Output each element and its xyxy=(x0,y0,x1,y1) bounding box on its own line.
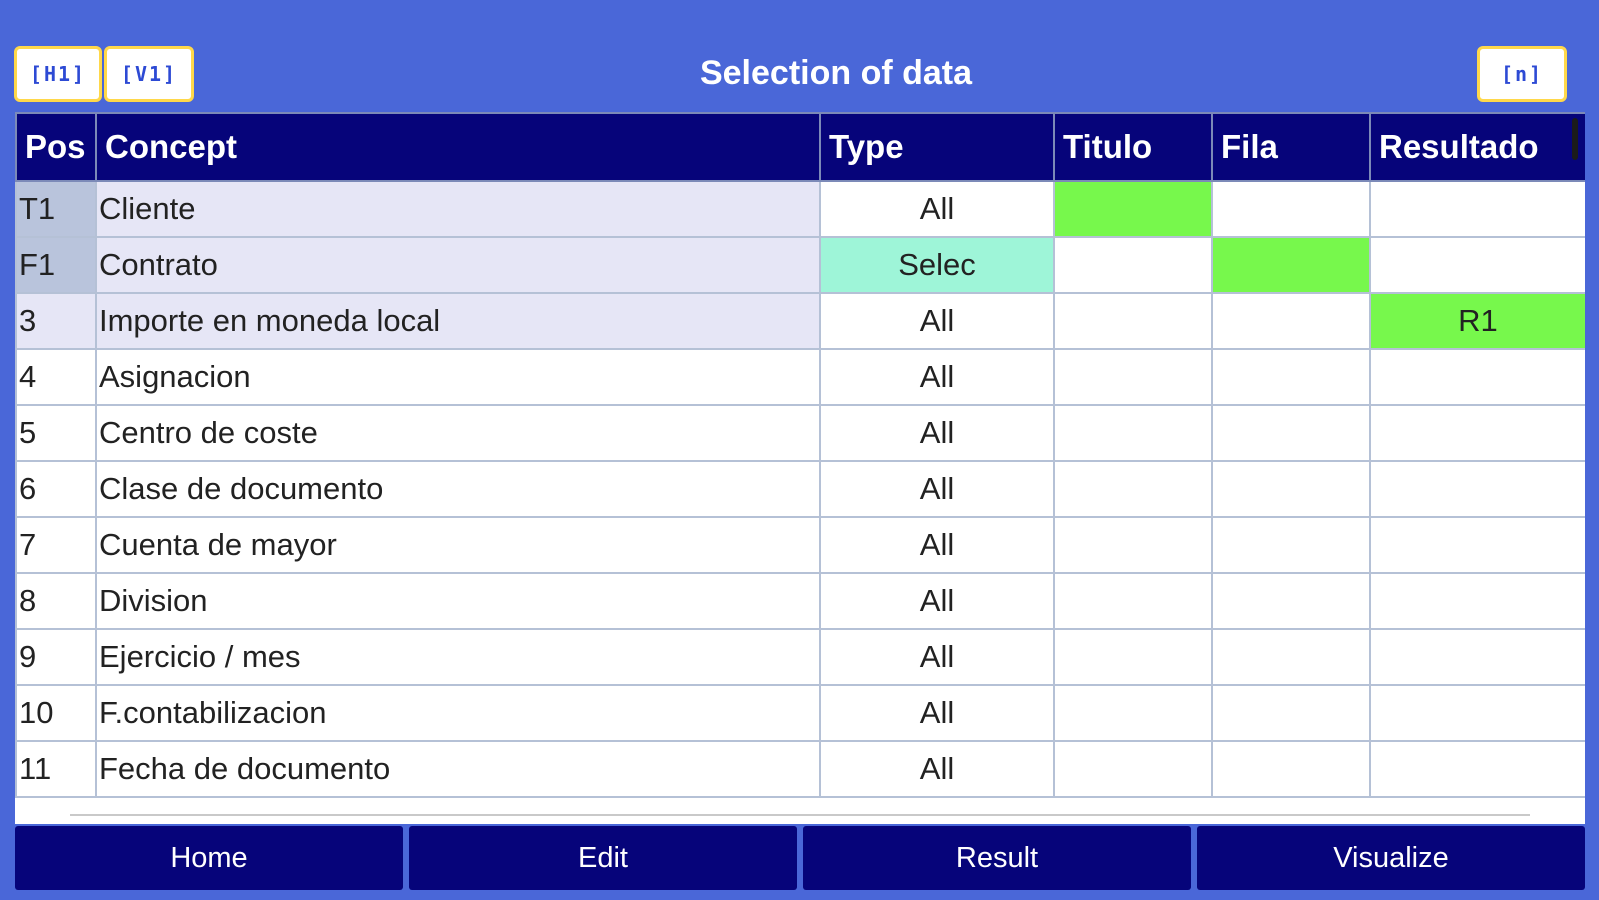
pos-cell[interactable]: T1 xyxy=(15,180,97,238)
col-header-titulo[interactable]: Titulo xyxy=(1053,112,1213,182)
resultado-cell[interactable]: R1 xyxy=(1369,292,1585,350)
titulo-cell[interactable] xyxy=(1053,404,1213,462)
resultado-cell[interactable] xyxy=(1369,404,1585,462)
type-cell[interactable]: All xyxy=(819,628,1055,686)
type-cell[interactable]: All xyxy=(819,460,1055,518)
resultado-cell[interactable] xyxy=(1369,628,1585,686)
table-row[interactable]: T1 Cliente All xyxy=(15,180,1585,238)
resultado-cell[interactable] xyxy=(1369,516,1585,574)
pos-cell[interactable]: 4 xyxy=(15,348,97,406)
fila-cell[interactable] xyxy=(1211,572,1371,630)
table-row[interactable]: F1 Contrato Selec xyxy=(15,236,1585,294)
pos-cell[interactable]: 10 xyxy=(15,684,97,742)
resultado-cell[interactable] xyxy=(1369,684,1585,742)
concept-cell[interactable]: Fecha de documento xyxy=(95,740,821,798)
bottom-nav: Home Edit Result Visualize xyxy=(15,826,1585,890)
concept-cell[interactable]: Clase de documento xyxy=(95,460,821,518)
top-bar: [H1] [V1] Selection of data [n] xyxy=(0,0,1599,110)
home-button[interactable]: Home xyxy=(15,826,403,890)
titulo-cell[interactable] xyxy=(1053,740,1213,798)
fila-cell[interactable] xyxy=(1211,628,1371,686)
v1-button[interactable]: [V1] xyxy=(104,46,194,102)
resultado-cell[interactable] xyxy=(1369,740,1585,798)
pos-cell[interactable]: 8 xyxy=(15,572,97,630)
fila-cell[interactable] xyxy=(1211,516,1371,574)
visualize-button[interactable]: Visualize xyxy=(1197,826,1585,890)
pos-cell[interactable]: 7 xyxy=(15,516,97,574)
edit-button[interactable]: Edit xyxy=(409,826,797,890)
type-cell[interactable]: All xyxy=(819,572,1055,630)
pos-cell[interactable]: F1 xyxy=(15,236,97,294)
concept-cell[interactable]: Cuenta de mayor xyxy=(95,516,821,574)
titulo-cell[interactable] xyxy=(1053,236,1213,294)
fila-cell[interactable] xyxy=(1211,684,1371,742)
page-title: Selection of data xyxy=(699,54,973,92)
table-row[interactable]: 8 Division All xyxy=(15,572,1585,630)
type-cell[interactable]: All xyxy=(819,516,1055,574)
pos-cell[interactable]: 3 xyxy=(15,292,97,350)
col-header-pos[interactable]: Pos xyxy=(15,112,97,182)
fila-cell[interactable] xyxy=(1211,348,1371,406)
selection-table: Pos Concept Type Titulo Fila Resultado T… xyxy=(15,112,1585,798)
type-cell[interactable]: Selec xyxy=(819,236,1055,294)
col-header-concept[interactable]: Concept xyxy=(95,112,821,182)
result-button[interactable]: Result xyxy=(803,826,1191,890)
titulo-cell[interactable] xyxy=(1053,180,1213,238)
titulo-cell[interactable] xyxy=(1053,292,1213,350)
resultado-cell[interactable] xyxy=(1369,572,1585,630)
resultado-cell[interactable] xyxy=(1369,348,1585,406)
pos-cell[interactable]: 9 xyxy=(15,628,97,686)
table-header-row: Pos Concept Type Titulo Fila Resultado xyxy=(15,112,1585,182)
resultado-cell[interactable] xyxy=(1369,460,1585,518)
data-grid[interactable]: Pos Concept Type Titulo Fila Resultado T… xyxy=(15,112,1585,824)
titulo-cell[interactable] xyxy=(1053,572,1213,630)
resultado-cell[interactable] xyxy=(1369,236,1585,294)
n-button[interactable]: [n] xyxy=(1477,46,1567,102)
fila-cell[interactable] xyxy=(1211,180,1371,238)
pos-cell[interactable]: 5 xyxy=(15,404,97,462)
resultado-cell[interactable] xyxy=(1369,180,1585,238)
titulo-cell[interactable] xyxy=(1053,460,1213,518)
table-row[interactable]: 5 Centro de coste All xyxy=(15,404,1585,462)
horizontal-scrollbar[interactable] xyxy=(70,814,1530,816)
type-cell[interactable]: All xyxy=(819,292,1055,350)
fila-cell[interactable] xyxy=(1211,740,1371,798)
titulo-cell[interactable] xyxy=(1053,516,1213,574)
col-header-fila[interactable]: Fila xyxy=(1211,112,1371,182)
titulo-cell[interactable] xyxy=(1053,628,1213,686)
fila-cell[interactable] xyxy=(1211,404,1371,462)
pos-cell[interactable]: 11 xyxy=(15,740,97,798)
col-header-resultado[interactable]: Resultado xyxy=(1369,112,1585,182)
concept-cell[interactable]: Cliente xyxy=(95,180,821,238)
type-cell[interactable]: All xyxy=(819,348,1055,406)
titulo-cell[interactable] xyxy=(1053,684,1213,742)
vertical-scrollbar[interactable] xyxy=(1572,118,1578,160)
type-cell[interactable]: All xyxy=(819,740,1055,798)
table-row[interactable]: 3 Importe en moneda local All R1 xyxy=(15,292,1585,350)
type-cell[interactable]: All xyxy=(819,180,1055,238)
fila-cell[interactable] xyxy=(1211,236,1371,294)
table-row[interactable]: 6 Clase de documento All xyxy=(15,460,1585,518)
concept-cell[interactable]: Asignacion xyxy=(95,348,821,406)
col-header-type[interactable]: Type xyxy=(819,112,1055,182)
concept-cell[interactable]: Ejercicio / mes xyxy=(95,628,821,686)
table-row[interactable]: 7 Cuenta de mayor All xyxy=(15,516,1585,574)
table-row[interactable]: 4 Asignacion All xyxy=(15,348,1585,406)
concept-cell[interactable]: Contrato xyxy=(95,236,821,294)
concept-cell[interactable]: Centro de coste xyxy=(95,404,821,462)
pos-cell[interactable]: 6 xyxy=(15,460,97,518)
table-row[interactable]: 9 Ejercicio / mes All xyxy=(15,628,1585,686)
fila-cell[interactable] xyxy=(1211,460,1371,518)
table-row[interactable]: 10 F.contabilizacion All xyxy=(15,684,1585,742)
type-cell[interactable]: All xyxy=(819,684,1055,742)
concept-cell[interactable]: Importe en moneda local xyxy=(95,292,821,350)
titulo-cell[interactable] xyxy=(1053,348,1213,406)
fila-cell[interactable] xyxy=(1211,292,1371,350)
table-row[interactable]: 11 Fecha de documento All xyxy=(15,740,1585,798)
concept-cell[interactable]: F.contabilizacion xyxy=(95,684,821,742)
type-cell[interactable]: All xyxy=(819,404,1055,462)
h1-button[interactable]: [H1] xyxy=(14,46,102,102)
concept-cell[interactable]: Division xyxy=(95,572,821,630)
